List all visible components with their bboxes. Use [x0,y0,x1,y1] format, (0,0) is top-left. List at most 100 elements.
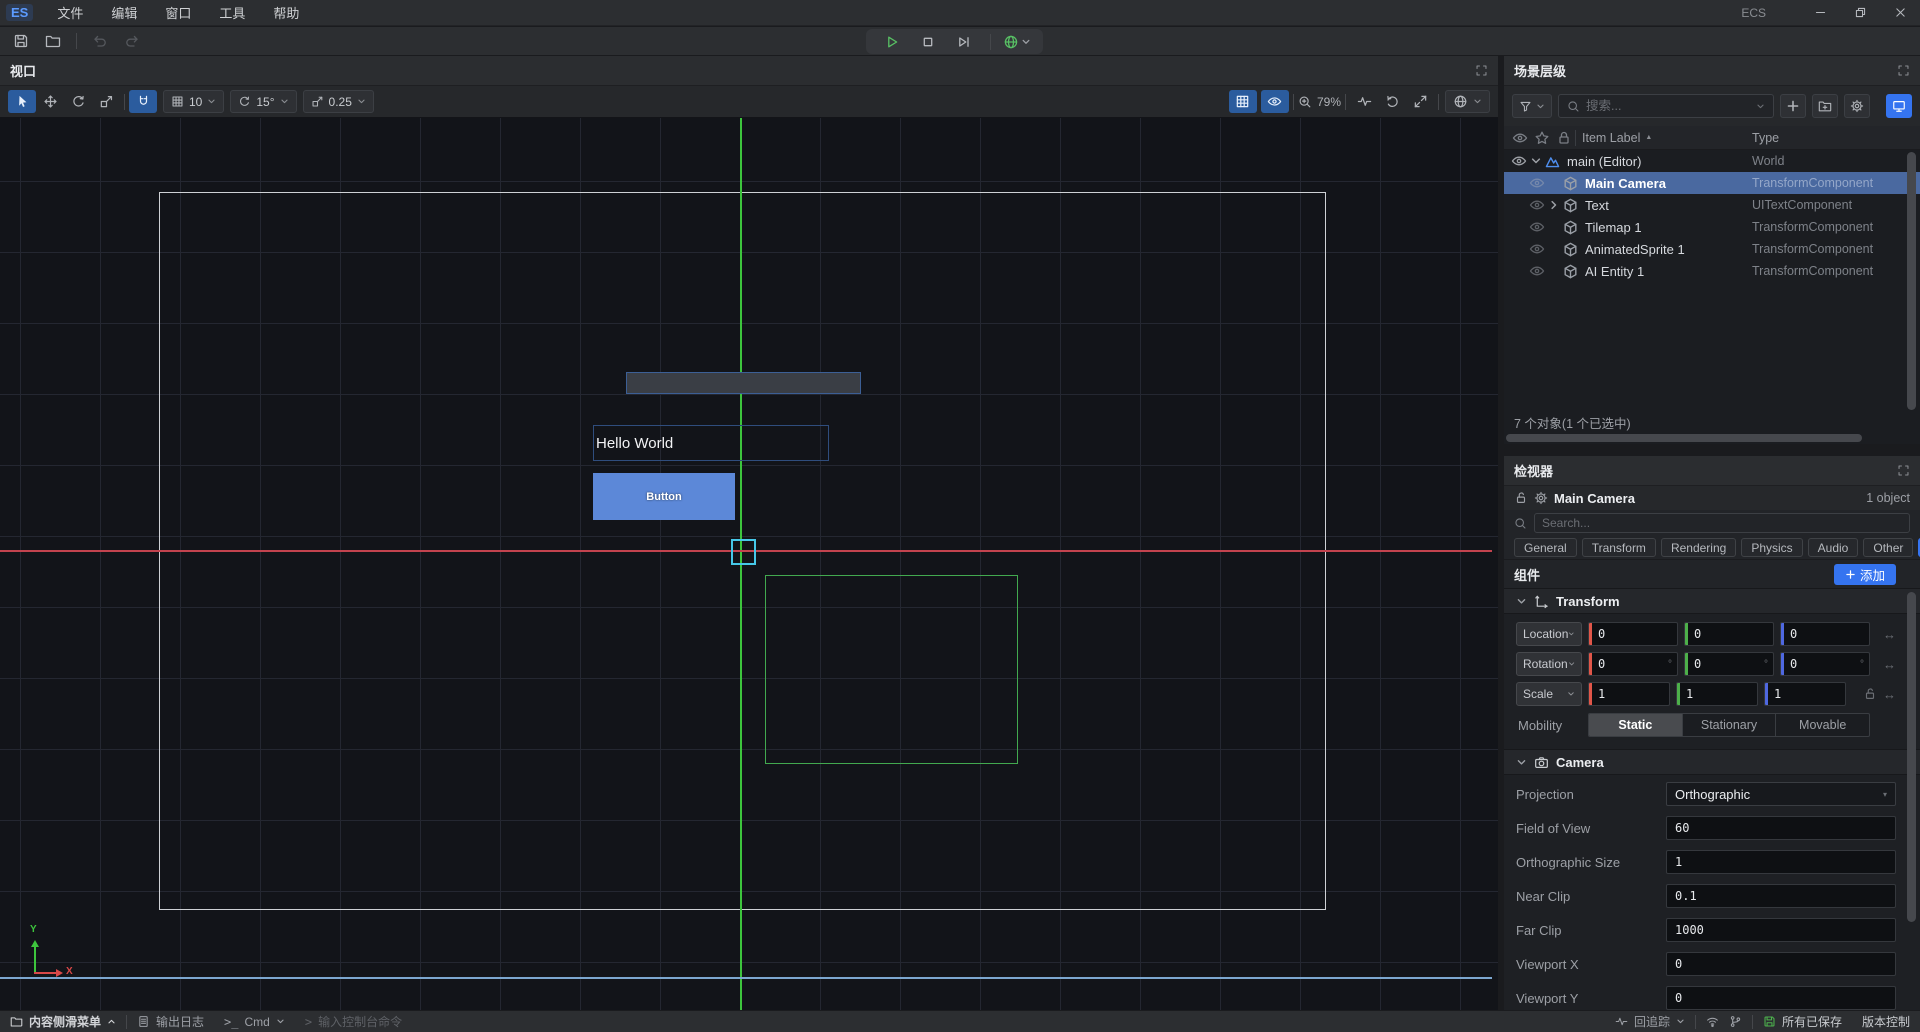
expand-panel-icon[interactable] [1475,64,1488,77]
menu-item-2[interactable]: 窗口 [151,0,205,25]
field-input[interactable]: 1000 [1666,918,1896,942]
inspector-vertical-scrollbar[interactable] [1907,592,1916,922]
inspector-search-input[interactable] [1542,516,1902,530]
hierarchy-search[interactable] [1558,94,1774,118]
version-control-button[interactable]: 版本控制 [1852,1011,1920,1032]
field-input[interactable]: 60 [1666,816,1896,840]
console-input[interactable]: > 输入控制台命令 [295,1011,412,1032]
hierarchy-row[interactable]: TextUITextComponent [1504,194,1920,216]
field-input[interactable]: 1 [1666,850,1896,874]
grid-snap-dropdown[interactable]: 10 [163,90,224,113]
undo-button[interactable] [87,30,113,52]
step-button[interactable] [950,31,978,53]
expander-down-icon[interactable] [1528,155,1544,167]
viewport-canvas[interactable]: Hello World Button Y X [0,118,1498,1010]
visibility-toggle-icon[interactable] [1510,153,1528,169]
ui-text-element[interactable]: Hello World [593,425,829,461]
add-component-button[interactable]: 添加 [1834,564,1896,585]
cmd-dropdown[interactable]: >_ Cmd [214,1011,295,1032]
link-axes-icon[interactable]: ↔ [1883,687,1896,702]
hierarchy-settings-button[interactable] [1844,94,1870,118]
field-input[interactable]: 0 [1666,986,1896,1010]
reset-view-button[interactable] [1378,90,1406,113]
expander-right-icon[interactable] [1546,199,1562,211]
hierarchy-horizontal-scrollbar[interactable] [1504,432,1920,444]
menu-item-3[interactable]: 工具 [205,0,259,25]
location-z-field[interactable]: 0 [1780,622,1870,646]
stats-button[interactable] [1350,90,1378,113]
scale-tool-button[interactable] [92,90,120,113]
menu-item-1[interactable]: 编辑 [97,0,151,25]
mobility-static[interactable]: Static [1589,714,1683,736]
trace-dropdown[interactable]: 回追踪 [1605,1011,1695,1032]
tab-rendering[interactable]: Rendering [1661,538,1736,557]
rotation-x-field[interactable]: 0° [1588,652,1678,676]
scale-z-field[interactable]: 1 [1764,682,1846,706]
scale-mode-dropdown[interactable]: Scale [1516,682,1582,706]
star-column-icon[interactable] [1534,130,1550,146]
new-folder-button[interactable] [1812,94,1838,118]
selection-gizmo[interactable] [731,539,756,565]
tab-transform[interactable]: Transform [1582,538,1656,557]
close-button[interactable] [1880,0,1920,25]
visibility-toggle-icon[interactable] [1528,241,1546,257]
hierarchy-row[interactable]: main (Editor)World [1504,150,1920,172]
inspector-search[interactable] [1534,513,1910,533]
filter-dropdown[interactable] [1512,94,1552,118]
projection-select[interactable]: Orthographic▾ [1666,782,1896,806]
lock-column-icon[interactable] [1556,130,1572,146]
hierarchy-row[interactable]: AnimatedSprite 1TransformComponent [1504,238,1920,260]
link-axes-icon[interactable]: ↔ [1883,657,1896,672]
lock-icon[interactable] [1514,491,1528,505]
play-button[interactable] [878,31,906,53]
menu-item-4[interactable]: 帮助 [259,0,313,25]
view-mode-dropdown[interactable] [1445,90,1490,113]
lock-icon[interactable] [1863,687,1877,701]
zoom-indicator[interactable]: 79% [1298,95,1341,109]
hierarchy-row[interactable]: Main CameraTransformComponent [1504,172,1920,194]
maximize-button[interactable] [1840,0,1880,25]
visibility-toggle-icon[interactable] [1528,197,1546,213]
tab-general[interactable]: General [1514,538,1577,557]
move-tool-button[interactable] [36,90,64,113]
hierarchy-search-input[interactable] [1586,99,1750,113]
rotation-z-field[interactable]: 0° [1780,652,1870,676]
location-x-field[interactable]: 0 [1588,622,1678,646]
snap-toggle-button[interactable] [129,90,157,113]
save-button[interactable] [8,30,34,52]
rotate-snap-dropdown[interactable]: 15° [230,90,296,113]
add-entity-button[interactable] [1780,94,1806,118]
visibility-toggle-icon[interactable] [1528,219,1546,235]
tab-audio[interactable]: Audio [1808,538,1859,557]
chevron-down-icon[interactable] [1756,102,1765,111]
visibility-toggle-icon[interactable] [1528,263,1546,279]
menu-item-0[interactable]: 文件 [43,0,97,25]
field-input[interactable]: 0.1 [1666,884,1896,908]
location-y-field[interactable]: 0 [1684,622,1774,646]
select-tool-button[interactable] [8,90,36,113]
network-status-button[interactable] [1696,1011,1729,1032]
hierarchy-row[interactable]: AI Entity 1TransformComponent [1504,260,1920,282]
view-toggle-button[interactable] [1886,94,1912,118]
app-logo[interactable]: ES [6,4,33,21]
scale-snap-dropdown[interactable]: 0.25 [303,90,374,113]
visibility-toggle-icon[interactable] [1528,175,1546,191]
save-status-button[interactable]: 所有已保存 [1753,1011,1852,1032]
rotation-y-field[interactable]: 0° [1684,652,1774,676]
column-type[interactable]: Type [1752,131,1779,145]
eye-column-icon[interactable] [1512,130,1528,146]
source-control-button[interactable] [1729,1011,1752,1032]
field-input[interactable]: 0 [1666,952,1896,976]
ui-panel-element[interactable] [626,372,861,394]
mobility-movable[interactable]: Movable [1776,714,1869,736]
open-button[interactable] [40,30,66,52]
scale-x-field[interactable]: 1 [1588,682,1670,706]
tab-other[interactable]: Other [1863,538,1913,557]
ui-button-element[interactable]: Button [593,473,735,520]
link-axes-icon[interactable]: ↔ [1883,627,1896,642]
fit-view-button[interactable] [1406,90,1434,113]
camera-bounds-rect[interactable] [765,575,1018,764]
hierarchy-vertical-scrollbar[interactable] [1907,152,1916,410]
gear-icon[interactable] [1534,491,1548,505]
redo-button[interactable] [119,30,145,52]
